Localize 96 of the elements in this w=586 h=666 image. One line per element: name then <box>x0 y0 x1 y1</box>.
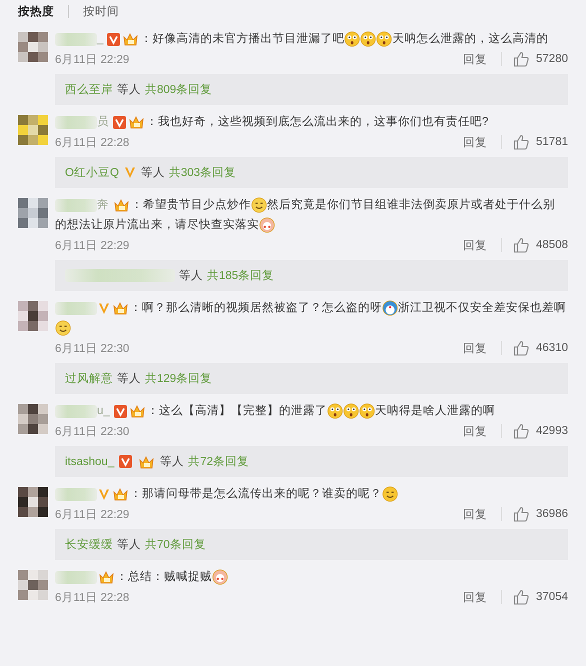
emoji-icon <box>326 403 343 420</box>
sort-tab[interactable]: 按时间 <box>81 4 121 18</box>
like-count: 57280 <box>536 53 568 66</box>
emoji-icon <box>376 31 392 47</box>
emoji-icon <box>382 300 398 316</box>
like-icon[interactable] <box>513 506 530 522</box>
comment-text: 的想法让原片流出来，请尽快查实落实 <box>55 219 259 232</box>
like-count: 51781 <box>536 136 568 148</box>
like-icon[interactable] <box>513 340 530 356</box>
comment-text: 天呐怎么泄露的，这么高清的 <box>392 33 548 45</box>
reply-suffix: 等人 <box>117 372 141 386</box>
sort-tab[interactable]: 按热度 <box>16 4 56 18</box>
emoji-icon <box>251 197 267 214</box>
reply-suffix: 等人 <box>117 538 141 552</box>
reply-link[interactable]: 回复 <box>463 424 488 439</box>
level-badge-icon <box>128 115 145 130</box>
verified-badge-icon <box>107 32 120 46</box>
reply-username[interactable]: 过风解意 <box>65 371 113 386</box>
comment-text: 天呐得是啥人泄露的啊 <box>374 405 495 418</box>
reply-suffix: 等人 <box>160 454 184 470</box>
emoji-icon <box>342 403 359 420</box>
comment-text: 然后究竟是你们节目组谁非法倒卖原片或者处于什么别 <box>267 199 555 212</box>
emoji-icon <box>344 31 360 47</box>
reply-link[interactable]: 回复 <box>463 134 488 150</box>
like-count: 48508 <box>536 239 568 252</box>
avatar-icon[interactable] <box>18 570 48 600</box>
comment-time: 6月11日 22:30 <box>55 342 130 356</box>
reply-count[interactable]: 共303条回复 <box>168 165 236 180</box>
level-badge-icon <box>98 570 115 584</box>
like-count: 46310 <box>536 342 568 354</box>
comment-time: 6月11日 22:29 <box>55 508 130 522</box>
like-icon[interactable] <box>513 237 530 254</box>
reply-suffix: 等人 <box>140 166 165 180</box>
reply-username[interactable]: itsashou_ <box>65 456 114 468</box>
avatar-icon[interactable] <box>18 487 48 518</box>
avatar-icon[interactable] <box>18 301 48 332</box>
reply-link[interactable]: 回复 <box>463 238 488 253</box>
reply-username[interactable]: 西么至岸 <box>65 82 113 98</box>
level-badge-icon <box>138 454 156 469</box>
like-icon[interactable] <box>513 51 530 68</box>
level-badge-icon <box>112 487 129 502</box>
like-icon[interactable] <box>513 589 530 606</box>
comment-text: ：那请问母带是怎么流传出来的呢？谁卖的呢？ <box>130 488 382 500</box>
reply-link[interactable]: 回复 <box>463 506 488 522</box>
reply-count[interactable]: 共72条回复 <box>188 454 250 470</box>
replies-bar[interactable]: 等人 共185条回复 <box>55 260 568 292</box>
level-badge-icon <box>128 404 146 418</box>
comment-text: ：这么【高清】【完整】的泄露了 <box>146 405 327 418</box>
avatar-icon[interactable] <box>18 404 48 434</box>
reply-count[interactable]: 共185条回复 <box>207 268 274 284</box>
comment-time: 6月11日 22:29 <box>55 238 130 253</box>
comment-time: 6月11日 22:28 <box>55 136 130 150</box>
reply-count[interactable]: 共70条回复 <box>145 537 206 552</box>
reply-username[interactable]: 长安缓缓 <box>65 537 113 552</box>
reply-suffix: 等人 <box>117 82 141 98</box>
level-badge-icon <box>122 32 140 46</box>
comment-time: 6月11日 22:28 <box>55 590 130 605</box>
like-count: 36986 <box>536 508 568 520</box>
reply-count[interactable]: 共129条回复 <box>145 371 212 386</box>
reply-link[interactable]: 回复 <box>463 590 488 605</box>
like-icon[interactable] <box>513 423 530 440</box>
replies-bar[interactable]: 过风解意 等人 共129条回复 <box>55 363 568 394</box>
verified-badge-icon <box>119 455 132 468</box>
emoji-icon <box>358 403 375 420</box>
level-badge-icon <box>113 198 130 212</box>
reply-link[interactable]: 回复 <box>463 340 488 356</box>
replies-bar[interactable]: 长安缓缓 等人 共70条回复 <box>55 529 568 560</box>
comment-time: 6月11日 22:30 <box>55 424 130 439</box>
like-count: 42993 <box>536 425 568 438</box>
replies-bar[interactable]: 西么至岸 等人 共809条回复 <box>55 74 568 106</box>
replies-bar[interactable]: itsashou_ 等人 共72条回复 <box>55 446 568 478</box>
verified-badge-icon <box>114 404 127 418</box>
reply-link[interactable]: 回复 <box>463 52 488 67</box>
emoji-icon <box>259 217 275 234</box>
emoji-icon <box>382 486 398 502</box>
comment-text: ：我也好奇，这些视频到底怎么流出来的，这事你们也有责任吧? <box>146 116 488 128</box>
reply-count[interactable]: 共809条回复 <box>145 82 212 98</box>
avatar-icon[interactable] <box>18 32 48 62</box>
comment-text: ：好像高清的未官方播出节目泄漏了吧 <box>140 33 344 45</box>
like-icon[interactable] <box>513 134 530 150</box>
like-count: 37054 <box>536 591 568 604</box>
reply-suffix: 等人 <box>179 268 203 284</box>
comment-text: 浙江卫视不仅安全差安保也 <box>398 302 542 314</box>
comment-text: ：希望贵节目少点炒作 <box>131 199 251 212</box>
level-badge-icon <box>112 301 129 316</box>
verified-badge-icon <box>124 166 136 180</box>
comment-time: 6月11日 22:29 <box>55 52 130 67</box>
replies-bar[interactable]: O红小豆Q 等人 共303条回复 <box>55 157 568 188</box>
emoji-icon <box>212 569 228 586</box>
comment-text: ：啊？那么清晰的视频居然被盗了？怎么盗的呀 <box>130 302 382 314</box>
comment-text: 差啊 <box>542 302 566 314</box>
reply-username[interactable]: O红小豆Q <box>65 165 119 180</box>
verified-badge-icon <box>113 116 126 129</box>
emoji-icon <box>55 320 71 336</box>
emoji-icon <box>360 31 376 47</box>
comment-text: ：总结：贼喊捉贼 <box>116 571 212 584</box>
